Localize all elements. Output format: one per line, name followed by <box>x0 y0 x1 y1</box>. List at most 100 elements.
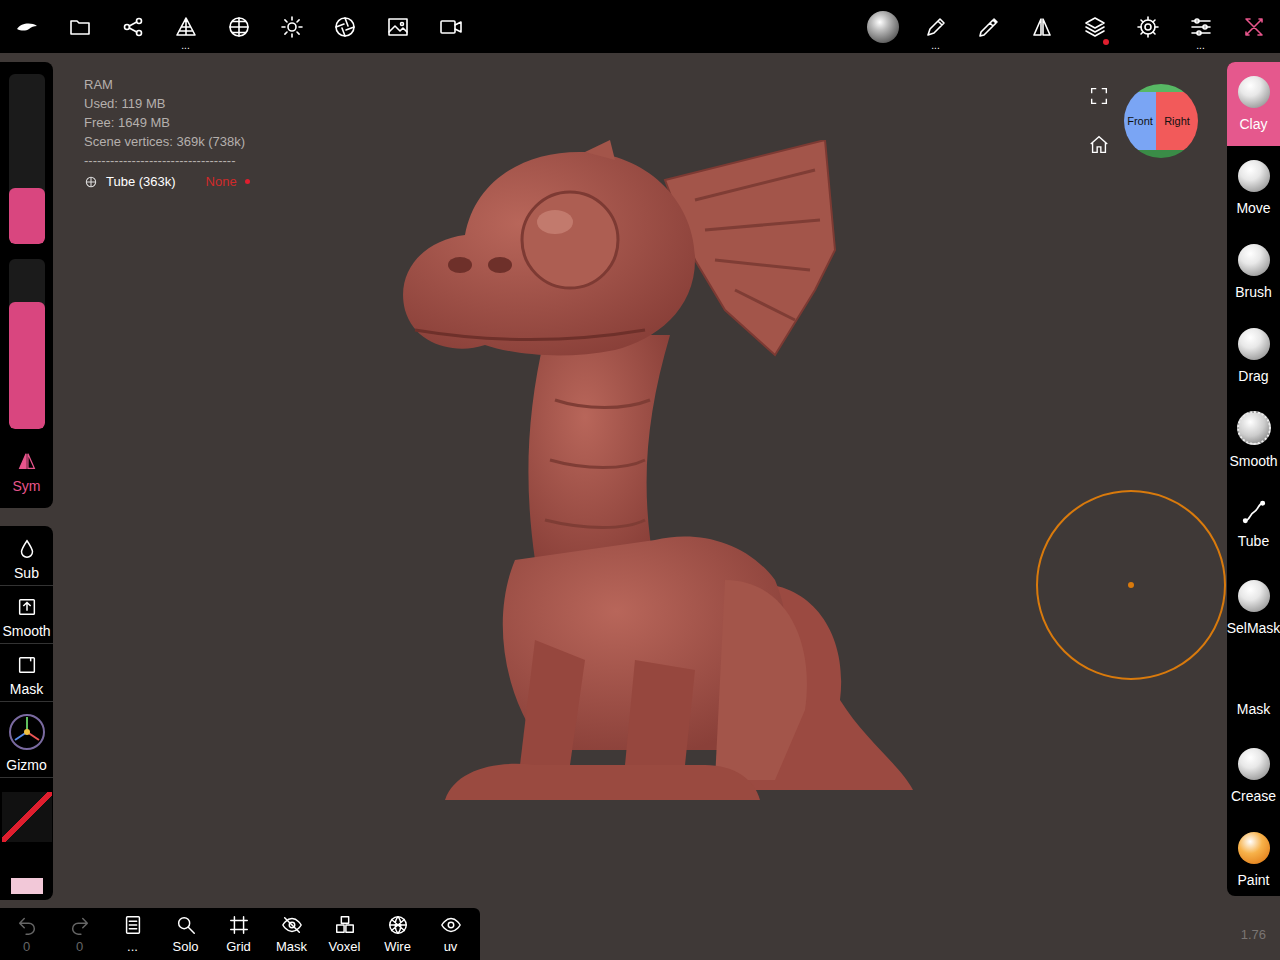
painting-icon <box>977 15 1001 39</box>
tool-label: Brush <box>1235 284 1272 300</box>
vertical-slider[interactable] <box>9 74 45 244</box>
layers-button[interactable] <box>1068 0 1121 53</box>
tool-button[interactable]: SelMask <box>1227 566 1280 650</box>
view-cube[interactable]: Front Right <box>1124 84 1198 158</box>
bottom-label: Mask <box>276 939 307 954</box>
files-icon <box>68 15 92 39</box>
tool-label: Paint <box>1238 872 1270 888</box>
vertical-slider[interactable] <box>9 259 45 429</box>
dragon-sculpture[interactable] <box>395 140 915 800</box>
share-button[interactable] <box>106 0 159 53</box>
brush-sphere-icon <box>1238 76 1270 108</box>
scene-button[interactable]: ... <box>106 908 159 960</box>
stroke-button[interactable]: ... <box>909 0 962 53</box>
more-indicator: ... <box>1196 41 1204 51</box>
wire-button[interactable]: Wire <box>371 908 424 960</box>
cube-top-face <box>1124 84 1198 92</box>
slider-fill <box>9 188 45 244</box>
symmetry-toggle[interactable]: Sym <box>13 444 41 494</box>
bottom-label: Grid <box>226 939 251 954</box>
voxel-icon <box>334 914 356 936</box>
brush-sphere-icon <box>1238 328 1270 360</box>
mesh-button[interactable]: ... <box>159 0 212 53</box>
left-tool-0-icon <box>16 538 38 560</box>
lighting-button[interactable] <box>265 0 318 53</box>
brush-cursor-center <box>1128 582 1134 588</box>
left-tool-label: Gizmo <box>6 757 46 773</box>
brush-sphere-icon <box>1238 160 1270 192</box>
uv-button[interactable]: uv <box>424 908 477 960</box>
tool-button[interactable]: Tube <box>1227 482 1280 566</box>
bottom-toolbar: 00...Solo Grid Mask Voxel Wireuv <box>0 908 480 960</box>
notification-dot <box>1103 39 1109 45</box>
tool-button[interactable]: Brush <box>1227 230 1280 314</box>
tool-button[interactable]: Move <box>1227 146 1280 230</box>
share-icon <box>121 15 145 39</box>
viewport[interactable]: RAMUsed: 119 MBFree: 1649 MBScene vertic… <box>53 53 1227 908</box>
files-button[interactable] <box>53 0 106 53</box>
home-icon[interactable] <box>1088 134 1110 156</box>
painting-button[interactable] <box>962 0 1015 53</box>
left-tool-label: Sub <box>14 565 39 581</box>
left-tool-button[interactable]: Sub <box>0 538 53 586</box>
app-menu-icon <box>15 15 39 39</box>
bottom-label: Voxel <box>329 939 361 954</box>
workspace: Sym Sub Smooth Mask Gizmo RAMUsed: 119 MBFree… <box>0 53 1280 908</box>
camera-button[interactable] <box>424 0 477 53</box>
left-tool-button[interactable]: Gizmo <box>0 712 53 778</box>
bottom-label: Wire <box>384 939 411 954</box>
solo-button[interactable]: Solo <box>159 908 212 960</box>
stroke-icon <box>924 15 948 39</box>
stat-line: RAM <box>84 75 250 94</box>
redo-button[interactable]: 0 <box>53 908 106 960</box>
tool-button[interactable]: Mask <box>1227 650 1280 734</box>
tools-button[interactable] <box>1227 0 1280 53</box>
fullscreen-icon[interactable] <box>1088 85 1110 107</box>
settings-button[interactable] <box>1121 0 1174 53</box>
tool-label: Tube <box>1238 533 1269 549</box>
tool-button[interactable]: Crease <box>1227 734 1280 818</box>
left-tool-panel: Sub Smooth Mask Gizmo <box>0 526 53 900</box>
undo-button[interactable]: 0 <box>0 908 53 960</box>
color-swatch[interactable] <box>11 878 43 894</box>
symmetry-button[interactable] <box>1015 0 1068 53</box>
left-sidebar: Sym Sub Smooth Mask Gizmo <box>0 53 53 908</box>
topology-button[interactable] <box>212 0 265 53</box>
background-button[interactable] <box>371 0 424 53</box>
grid-button[interactable]: Grid <box>212 908 265 960</box>
interface-button[interactable]: ... <box>1174 0 1227 53</box>
tool-button[interactable]: Clay <box>1227 62 1280 146</box>
camera-icon <box>439 15 463 39</box>
material-button[interactable] <box>856 0 909 53</box>
top-right-group: ...... <box>856 0 1280 53</box>
material-swatch[interactable] <box>2 792 52 842</box>
lighting-icon <box>280 15 304 39</box>
cube-side-faces: Front Right <box>1124 92 1198 150</box>
material-ball-icon <box>867 11 899 43</box>
left-tool-2-icon <box>16 654 38 676</box>
smooth-sphere-icon <box>1237 411 1271 445</box>
tool-label: Clay <box>1239 116 1267 132</box>
tool-button[interactable]: Smooth <box>1227 398 1280 482</box>
nomad-sculpt-app: ......... Sym Sub Smooth Mask Gizmo RAMUsed: 1… <box>0 0 1280 960</box>
tool-label: Move <box>1236 200 1270 216</box>
grid-icon <box>228 914 250 936</box>
right-label: Right <box>1164 115 1190 127</box>
left-tool-label: Smooth <box>2 623 50 639</box>
tool-label: Crease <box>1231 788 1276 804</box>
object-name: Tube (363k) <box>106 172 176 191</box>
tool-button[interactable]: Paint <box>1227 818 1280 896</box>
tube-curve-icon <box>1241 499 1267 525</box>
left-tool-button[interactable]: Mask <box>0 654 53 702</box>
redo-icon <box>69 914 91 936</box>
mask-button[interactable]: Mask <box>265 908 318 960</box>
postprocess-button[interactable] <box>318 0 371 53</box>
top-left-group: ... <box>0 0 477 53</box>
object-material: None <box>206 172 237 191</box>
cube-front-face: Front <box>1124 92 1156 150</box>
brush-sphere-icon <box>1238 748 1270 780</box>
left-tool-button[interactable]: Smooth <box>0 596 53 644</box>
voxel-button[interactable]: Voxel <box>318 908 371 960</box>
tool-button[interactable]: Drag <box>1227 314 1280 398</box>
app-menu-button[interactable] <box>0 0 53 53</box>
